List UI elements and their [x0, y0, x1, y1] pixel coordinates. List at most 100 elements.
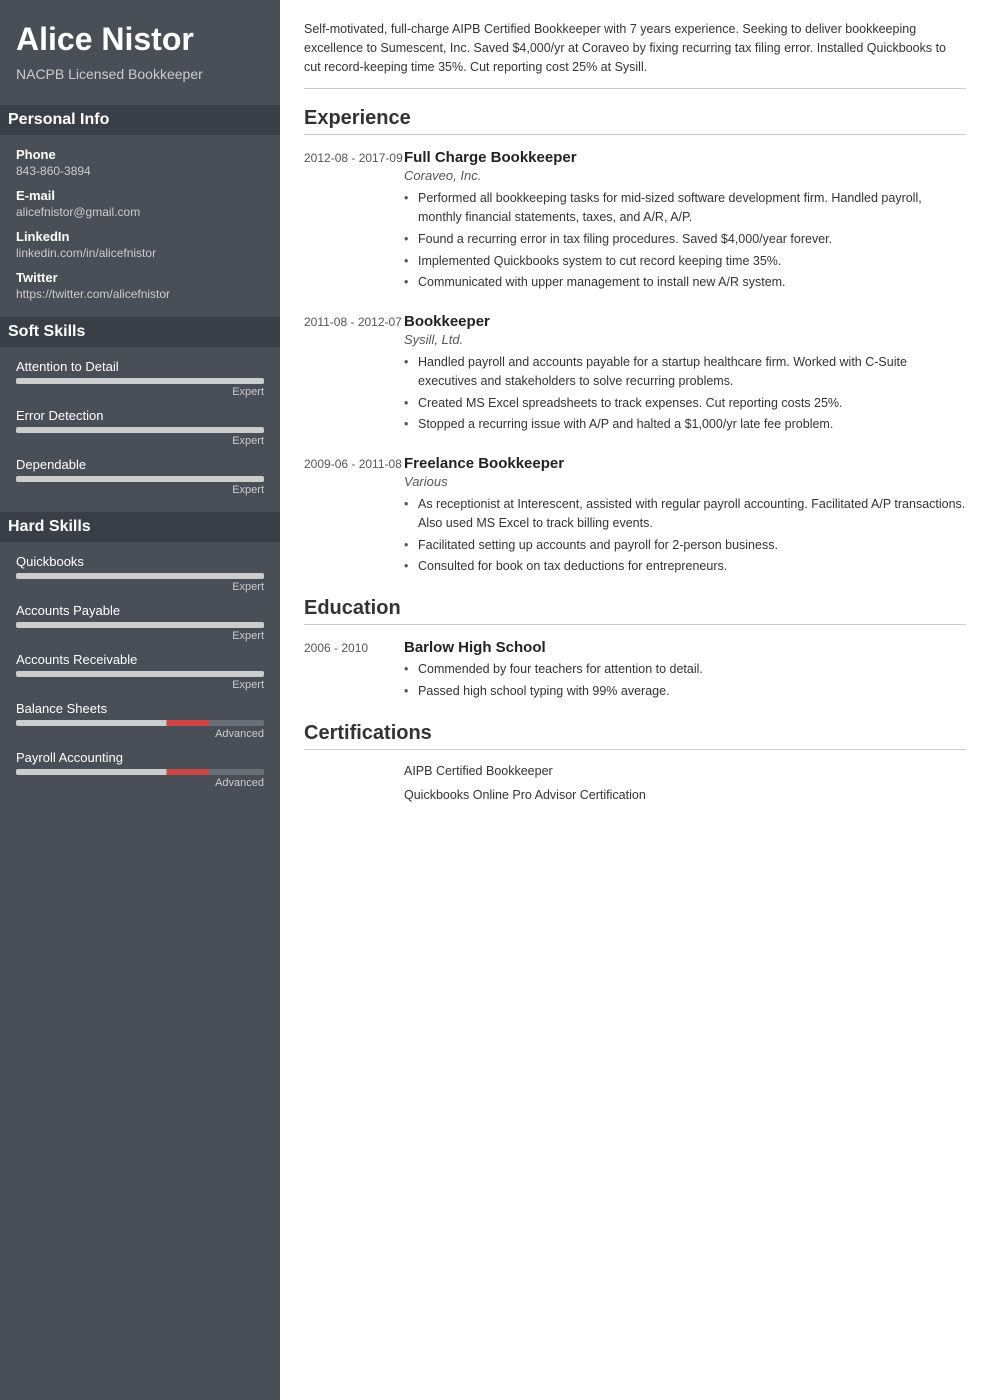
candidate-name: Alice Nistor [16, 20, 264, 58]
education-section: Education 2006 - 2010Barlow High SchoolC… [304, 597, 966, 704]
skill-level-label: Expert [16, 581, 264, 593]
skill-bar-container [16, 427, 264, 433]
experience-section: Experience 2012-08 - 2017-09Full Charge … [304, 107, 966, 579]
sidebar: Alice Nistor NACPB Licensed Bookkeeper P… [0, 0, 280, 1400]
personal-info-heading: Personal Info [0, 105, 280, 135]
exp-company: Sysill, Ltd. [404, 332, 966, 347]
skill-level-label: Expert [16, 630, 264, 642]
skill-name: Attention to Detail [16, 359, 264, 374]
exp-job-title: Full Charge Bookkeeper [404, 149, 966, 166]
cert-name: Quickbooks Online Pro Advisor Certificat… [404, 788, 646, 802]
skill-level-label: Expert [16, 435, 264, 447]
exp-dates: 2009-06 - 2011-08 [304, 455, 404, 579]
cert-spacer [304, 788, 404, 806]
skill-bar-fill [16, 573, 264, 579]
exp-dates: 2012-08 - 2017-09 [304, 149, 404, 295]
exp-content: Freelance BookkeeperVariousAs receptioni… [404, 455, 966, 579]
exp-job-title: Bookkeeper [404, 313, 966, 330]
skill-bar-fill [16, 671, 264, 677]
hard-skill-item: QuickbooksExpert [16, 554, 264, 593]
skill-bar-container [16, 622, 264, 628]
exp-content: Full Charge Bookkeeper Coraveo, Inc. Perfo… [404, 149, 966, 295]
exp-bullet-item: Consulted for book on tax deductions for… [404, 557, 966, 576]
twitter-section: Twitter https://twitter.com/alicefnistor [16, 270, 264, 301]
skill-name: Balance Sheets [16, 701, 264, 716]
twitter-value: https://twitter.com/alicefnistor [16, 287, 264, 301]
exp-company: Various [404, 474, 966, 489]
exp-company: Coraveo, Inc. [404, 168, 966, 183]
education-item: 2006 - 2010Barlow High SchoolCommended b… [304, 639, 966, 704]
hard-skill-item: Balance SheetsAdvanced [16, 701, 264, 740]
edu-bullets: Commended by four teachers for attention… [404, 660, 966, 701]
skill-name: Payroll Accounting [16, 750, 264, 765]
exp-bullet-item: Communicated with upper management to in… [404, 273, 966, 292]
phone-label: Phone [16, 147, 264, 162]
edu-school: Barlow High School [404, 639, 966, 656]
exp-bullet-item: Stopped a recurring issue with A/P and h… [404, 415, 966, 434]
candidate-title: NACPB Licensed Bookkeeper [16, 64, 264, 85]
edu-content: Barlow High School Commended by four teac… [404, 639, 966, 704]
exp-bullets: Performed all bookkeeping tasks for mid-… [404, 189, 966, 292]
soft-skills-list: Attention to DetailExpertError Detection… [16, 359, 264, 496]
education-heading: Education [304, 597, 966, 625]
phone-value: 843-860-3894 [16, 164, 264, 178]
skill-bar-fill [16, 476, 264, 482]
exp-bullet-item: Facilitated setting up accounts and payr… [404, 536, 966, 555]
experience-item: 2011-08 - 2012-07Bookkeeper Sysill, Ltd. H… [304, 313, 966, 437]
hard-skill-item: Accounts Payable Expert [16, 603, 264, 642]
exp-bullet-item: Found a recurring error in tax filing pr… [404, 230, 966, 249]
skill-name: Accounts Payable [16, 603, 264, 618]
exp-bullet-item: Handled payroll and accounts payable for… [404, 353, 966, 391]
skill-bar-container [16, 378, 264, 384]
skill-level-label: Expert [16, 484, 264, 496]
hard-skills-heading: Hard Skills [0, 512, 280, 542]
skill-bar-container [16, 671, 264, 677]
education-list: 2006 - 2010Barlow High SchoolCommended b… [304, 639, 966, 704]
email-value: alicefnistor@gmail.com [16, 205, 264, 219]
edu-bullet-item: Commended by four teachers for attention… [404, 660, 966, 679]
skill-bar-fill [16, 378, 264, 384]
skill-bar-fill [16, 427, 264, 433]
certifications-list: AIPB Certified Bookkeeper Quickbooks Onli… [304, 764, 966, 806]
cert-spacer [304, 764, 404, 782]
skill-bar-container [16, 573, 264, 579]
skill-bar-container [16, 769, 264, 775]
skill-name: Error Detection [16, 408, 264, 423]
main-content: Self-motivated, full-charge AIPB Certifi… [280, 0, 990, 1400]
skill-name: Dependable [16, 457, 264, 472]
exp-bullet-item: Implemented Quickbooks system to cut rec… [404, 252, 966, 271]
certification-item: Quickbooks Online Pro Advisor Certificat… [304, 788, 966, 806]
email-label: E-mail [16, 188, 264, 203]
skill-bar-container [16, 720, 264, 726]
email-section: E-mail alicefnistor@gmail.com [16, 188, 264, 219]
exp-bullet-item: As receptionist at Interescent, assisted… [404, 495, 966, 533]
edu-bullet-item: Passed high school typing with 99% avera… [404, 682, 966, 701]
experience-heading: Experience [304, 107, 966, 135]
exp-bullet-item: Created MS Excel spreadsheets to track e… [404, 394, 966, 413]
hard-skills-list: QuickbooksExpertAccounts PayableExpertAc… [16, 554, 264, 789]
skill-name: Accounts Receivable [16, 652, 264, 667]
skill-level-label: Advanced [16, 777, 264, 789]
phone-section: Phone 843-860-3894 [16, 147, 264, 178]
experience-item: 2012-08 - 2017-09Full Charge Bookkeeper C… [304, 149, 966, 295]
skill-level-label: Expert [16, 679, 264, 691]
soft-skill-item: Dependable Expert [16, 457, 264, 496]
skill-bar-fill [16, 622, 264, 628]
hard-skill-item: Accounts Receivable Expert [16, 652, 264, 691]
skill-bar-fill [16, 720, 209, 726]
skill-level-label: Expert [16, 386, 264, 398]
linkedin-value: linkedin.com/in/alicefnistor [16, 246, 264, 260]
hard-skill-item: Payroll Accounting Advanced [16, 750, 264, 789]
twitter-label: Twitter [16, 270, 264, 285]
summary-text: Self-motivated, full-charge AIPB Certifi… [304, 20, 966, 89]
soft-skill-item: Error Detection Expert [16, 408, 264, 447]
experience-item: 2009-06 - 2011-08Freelance BookkeeperVar… [304, 455, 966, 579]
soft-skills-heading: Soft Skills [0, 317, 280, 347]
certifications-section: Certifications AIPB Certified Bookkeeper… [304, 722, 966, 806]
certification-item: AIPB Certified Bookkeeper [304, 764, 966, 782]
exp-bullet-item: Performed all bookkeeping tasks for mid-… [404, 189, 966, 227]
exp-dates: 2011-08 - 2012-07 [304, 313, 404, 437]
soft-skill-item: Attention to Detail Expert [16, 359, 264, 398]
exp-content: Bookkeeper Sysill, Ltd. Handled payroll an… [404, 313, 966, 437]
linkedin-section: LinkedIn linkedin.com/in/alicefnistor [16, 229, 264, 260]
